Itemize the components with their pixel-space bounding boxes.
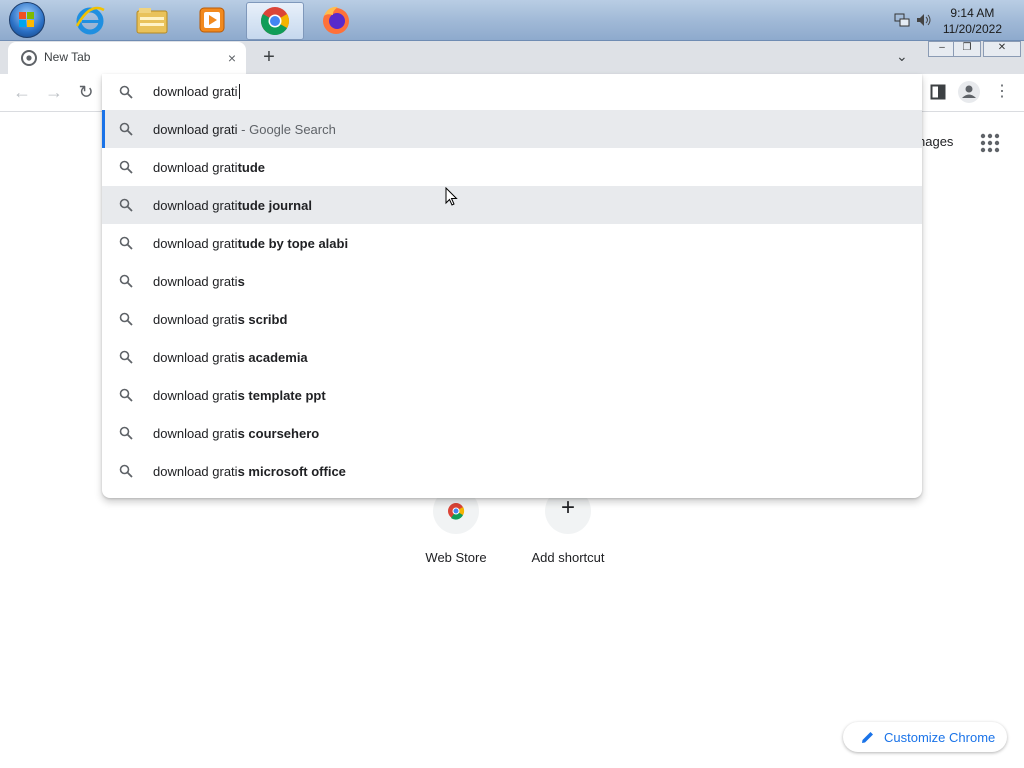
suggestion-typed: download grati: [153, 121, 238, 137]
omnibox-suggestion[interactable]: download gratis microsoft office: [102, 452, 922, 490]
customize-chrome-button[interactable]: Customize Chrome: [843, 722, 1007, 752]
suggestion-completion: s academia: [237, 349, 308, 365]
tab-title: New Tab: [44, 50, 91, 64]
taskbar-app-media[interactable]: [184, 2, 240, 38]
suggestion-typed: download grati: [153, 235, 238, 251]
more-menu-icon[interactable]: ⋮: [992, 82, 1012, 102]
search-icon: [119, 160, 133, 174]
clock-date: 11/20/2022: [942, 22, 1002, 36]
search-icon: [119, 274, 133, 288]
windows-logo-icon: [9, 2, 45, 38]
suggestion-text: download gratis scribd: [153, 312, 287, 327]
suggestion-completion: s coursehero: [237, 425, 320, 441]
omnibox-suggestion[interactable]: download gratitude journal: [102, 186, 922, 224]
maximize-button[interactable]: ❐: [953, 41, 981, 57]
search-icon: [119, 350, 133, 364]
suggestion-suffix: - Google Search: [237, 121, 336, 137]
omnibox-dropdown: download grati download grati - Google S…: [102, 74, 922, 498]
tab-strip: New Tab × + ⌄ – ❐ ✕: [0, 41, 1024, 74]
suggestion-text: download gratis coursehero: [153, 426, 319, 441]
suggestion-text: download gratitude by tope alabi: [153, 236, 348, 251]
suggestion-completion: tude journal: [237, 197, 312, 213]
suggestion-text: download gratis microsoft office: [153, 464, 346, 479]
start-button[interactable]: [4, 2, 50, 38]
suggestion-text: download gratitude: [153, 160, 265, 175]
suggestion-typed: download grati: [153, 159, 238, 175]
taskbar-clock[interactable]: 9:14 AM 11/20/2022: [943, 5, 1002, 37]
omnibox-input[interactable]: download grati: [102, 74, 922, 110]
network-icon[interactable]: [894, 13, 910, 27]
suggestion-typed: download grati: [153, 349, 238, 365]
search-icon: [119, 312, 133, 326]
chrome-icon: [261, 7, 289, 35]
tab-close-icon[interactable]: ×: [228, 50, 236, 66]
omnibox-suggestion[interactable]: download gratitude by tope alabi: [102, 224, 922, 262]
pencil-icon: [862, 732, 873, 743]
side-panel-icon[interactable]: [930, 84, 946, 100]
taskbar-app-ie[interactable]: [62, 2, 118, 38]
suggestion-text: download gratitude journal: [153, 198, 312, 213]
volume-icon[interactable]: [916, 13, 932, 27]
omnibox-suggestion[interactable]: download gratis: [102, 262, 922, 300]
search-icon: [119, 464, 133, 478]
suggestion-typed: download grati: [153, 387, 238, 403]
taskbar-app-explorer[interactable]: [124, 2, 180, 38]
search-icon: [119, 122, 133, 136]
suggestion-typed: download grati: [153, 425, 238, 441]
suggestion-typed: download grati: [153, 311, 238, 327]
media-player-icon: [199, 7, 225, 33]
omnibox-suggestion[interactable]: download gratis coursehero: [102, 414, 922, 452]
profile-avatar-icon[interactable]: [958, 81, 980, 103]
apps-grid-icon[interactable]: [980, 133, 1000, 153]
search-icon: [119, 388, 133, 402]
firefox-icon: [323, 6, 349, 34]
shortcut-label: Add shortcut: [531, 550, 605, 565]
shortcut-label: Web Store: [425, 550, 487, 565]
close-window-button[interactable]: ✕: [983, 41, 1021, 57]
mouse-cursor-icon: [445, 187, 458, 206]
back-arrow-icon[interactable]: ←: [12, 82, 32, 102]
suggestion-completion: tude: [237, 159, 266, 175]
tab-new-tab[interactable]: New Tab ×: [8, 42, 246, 74]
images-link[interactable]: nages: [918, 134, 953, 149]
taskbar-app-firefox[interactable]: [308, 2, 364, 38]
forward-arrow-icon[interactable]: →: [44, 82, 64, 102]
omnibox-suggestion[interactable]: download grati - Google Search: [102, 110, 922, 148]
suggestion-text: download gratis: [153, 274, 245, 289]
suggestion-text: download gratis template ppt: [153, 388, 326, 403]
taskbar: 9:14 AM 11/20/2022: [0, 0, 1024, 41]
suggestion-typed: download grati: [153, 197, 238, 213]
minimize-button[interactable]: –: [928, 41, 956, 57]
suggestion-text: download grati - Google Search: [153, 122, 336, 137]
suggestion-typed: download grati: [153, 463, 238, 479]
tab-search-icon[interactable]: ⌄: [896, 48, 908, 65]
taskbar-app-chrome[interactable]: [246, 2, 304, 40]
suggestion-completion: s template ppt: [237, 387, 326, 403]
suggestion-completion: tude by tope alabi: [237, 235, 349, 251]
customize-chrome-label: Customize Chrome: [884, 729, 996, 745]
search-icon: [119, 236, 133, 250]
omnibox-suggestion[interactable]: download gratis academia: [102, 338, 922, 376]
reload-icon[interactable]: ↻: [76, 82, 96, 102]
shortcut-add[interactable]: + Add shortcut: [520, 488, 616, 565]
omnibox-suggestion[interactable]: download gratitude: [102, 148, 922, 186]
chrome-favicon-icon: [21, 50, 37, 66]
search-icon: [119, 198, 133, 212]
suggestion-completion: s microsoft office: [237, 463, 346, 479]
omnibox-text: download grati: [153, 84, 238, 99]
clock-time: 9:14 AM: [950, 6, 995, 20]
internet-explorer-icon: [75, 6, 105, 35]
suggestion-completion: s: [237, 273, 245, 289]
search-icon: [119, 426, 133, 440]
suggestion-completion: s scribd: [237, 311, 288, 327]
search-icon: [119, 85, 133, 99]
suggestion-typed: download grati: [153, 273, 238, 289]
omnibox-suggestion[interactable]: download gratis scribd: [102, 300, 922, 338]
omnibox-suggestion[interactable]: download gratis template ppt: [102, 376, 922, 414]
system-tray: 9:14 AM 11/20/2022: [884, 0, 1024, 40]
shortcut-web-store[interactable]: Web Store: [408, 488, 504, 565]
file-explorer-icon: [136, 8, 168, 34]
new-tab-button[interactable]: +: [258, 46, 280, 68]
suggestion-text: download gratis academia: [153, 350, 308, 365]
